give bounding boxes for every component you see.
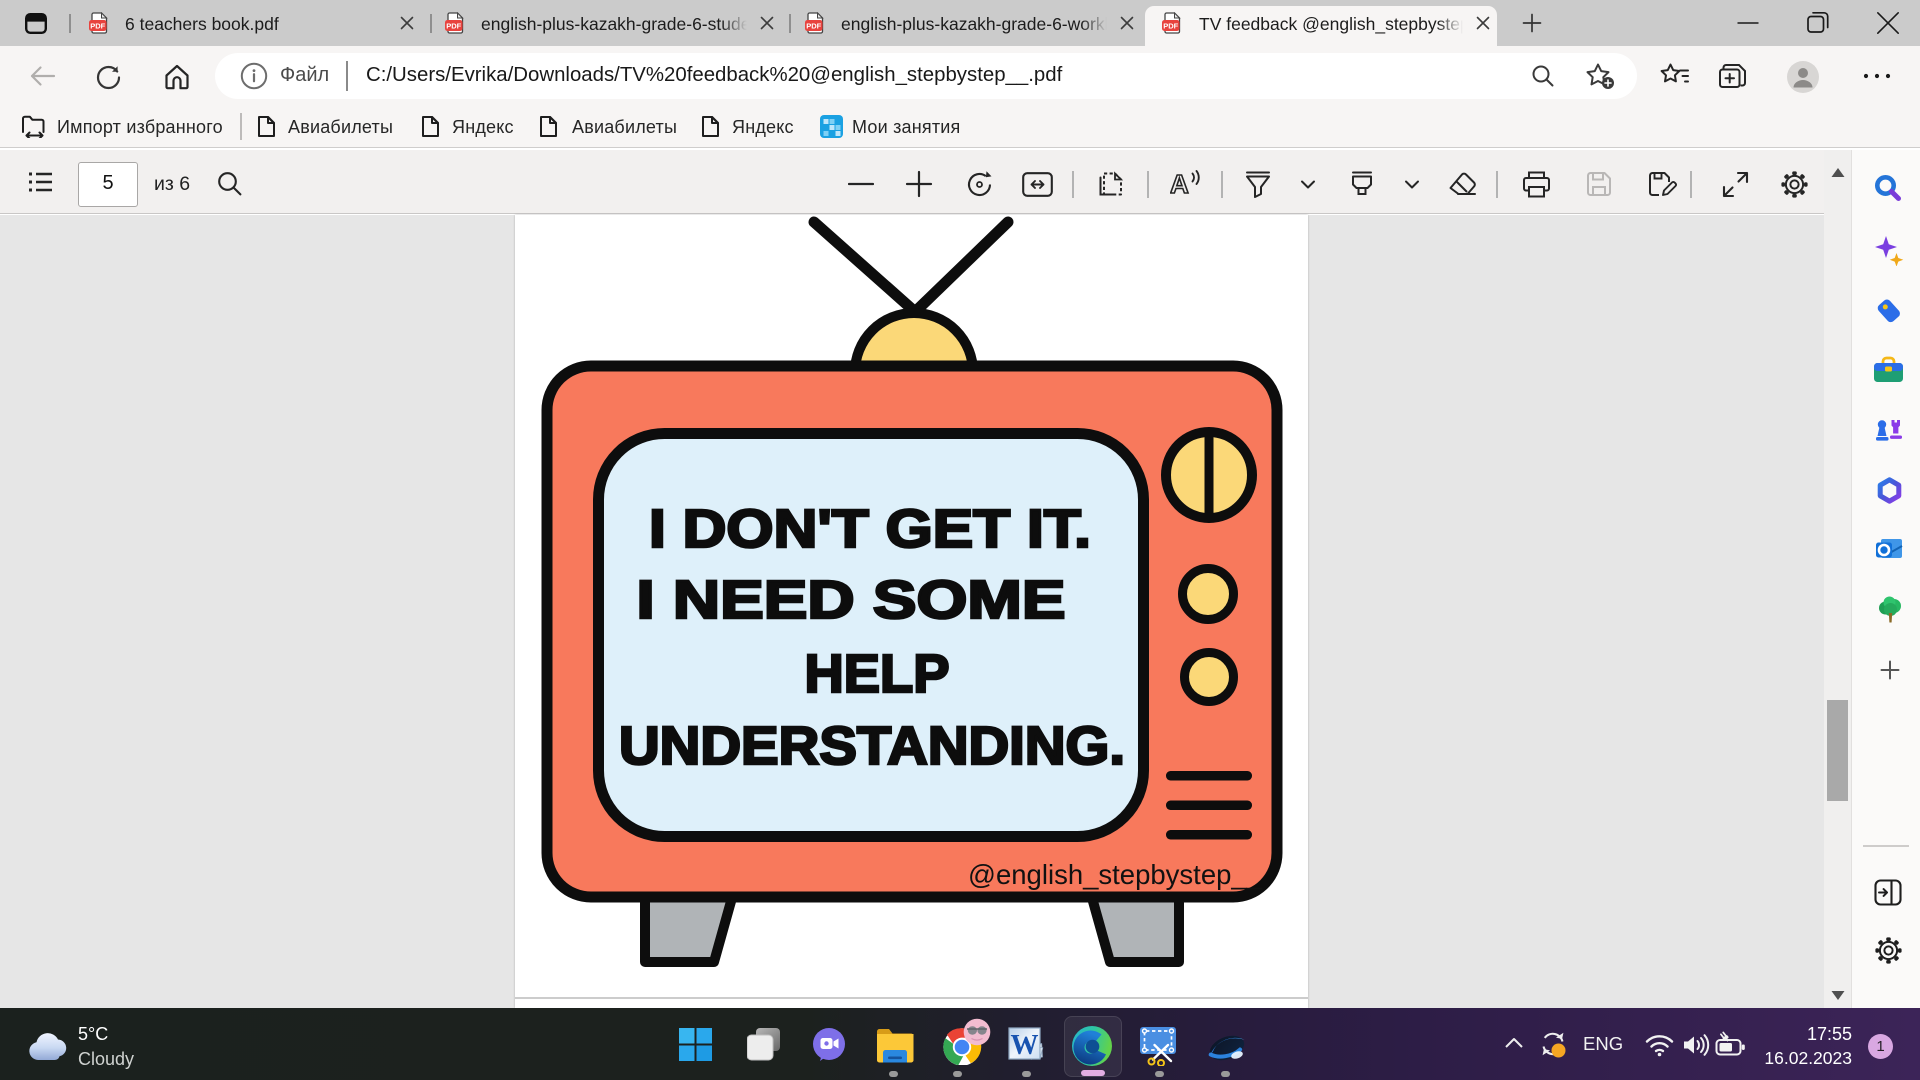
svg-text:HELP: HELP [805, 644, 950, 704]
svg-text:PDF: PDF [90, 21, 105, 30]
svg-text:I NEED SOME: I NEED SOME [637, 570, 1066, 630]
svg-text:I DON'T GET IT.: I DON'T GET IT. [649, 499, 1091, 559]
svg-text:UNDERSTANDING.: UNDERSTANDING. [619, 716, 1125, 776]
svg-text:PDF: PDF [1163, 21, 1178, 30]
svg-text:PDF: PDF [446, 21, 461, 30]
svg-text:A: A [1170, 169, 1189, 199]
svg-text:PDF: PDF [806, 21, 821, 30]
svg-text:@english_stepbystep__: @english_stepbystep__ [968, 859, 1263, 890]
svg-text:W: W [1011, 1030, 1039, 1060]
